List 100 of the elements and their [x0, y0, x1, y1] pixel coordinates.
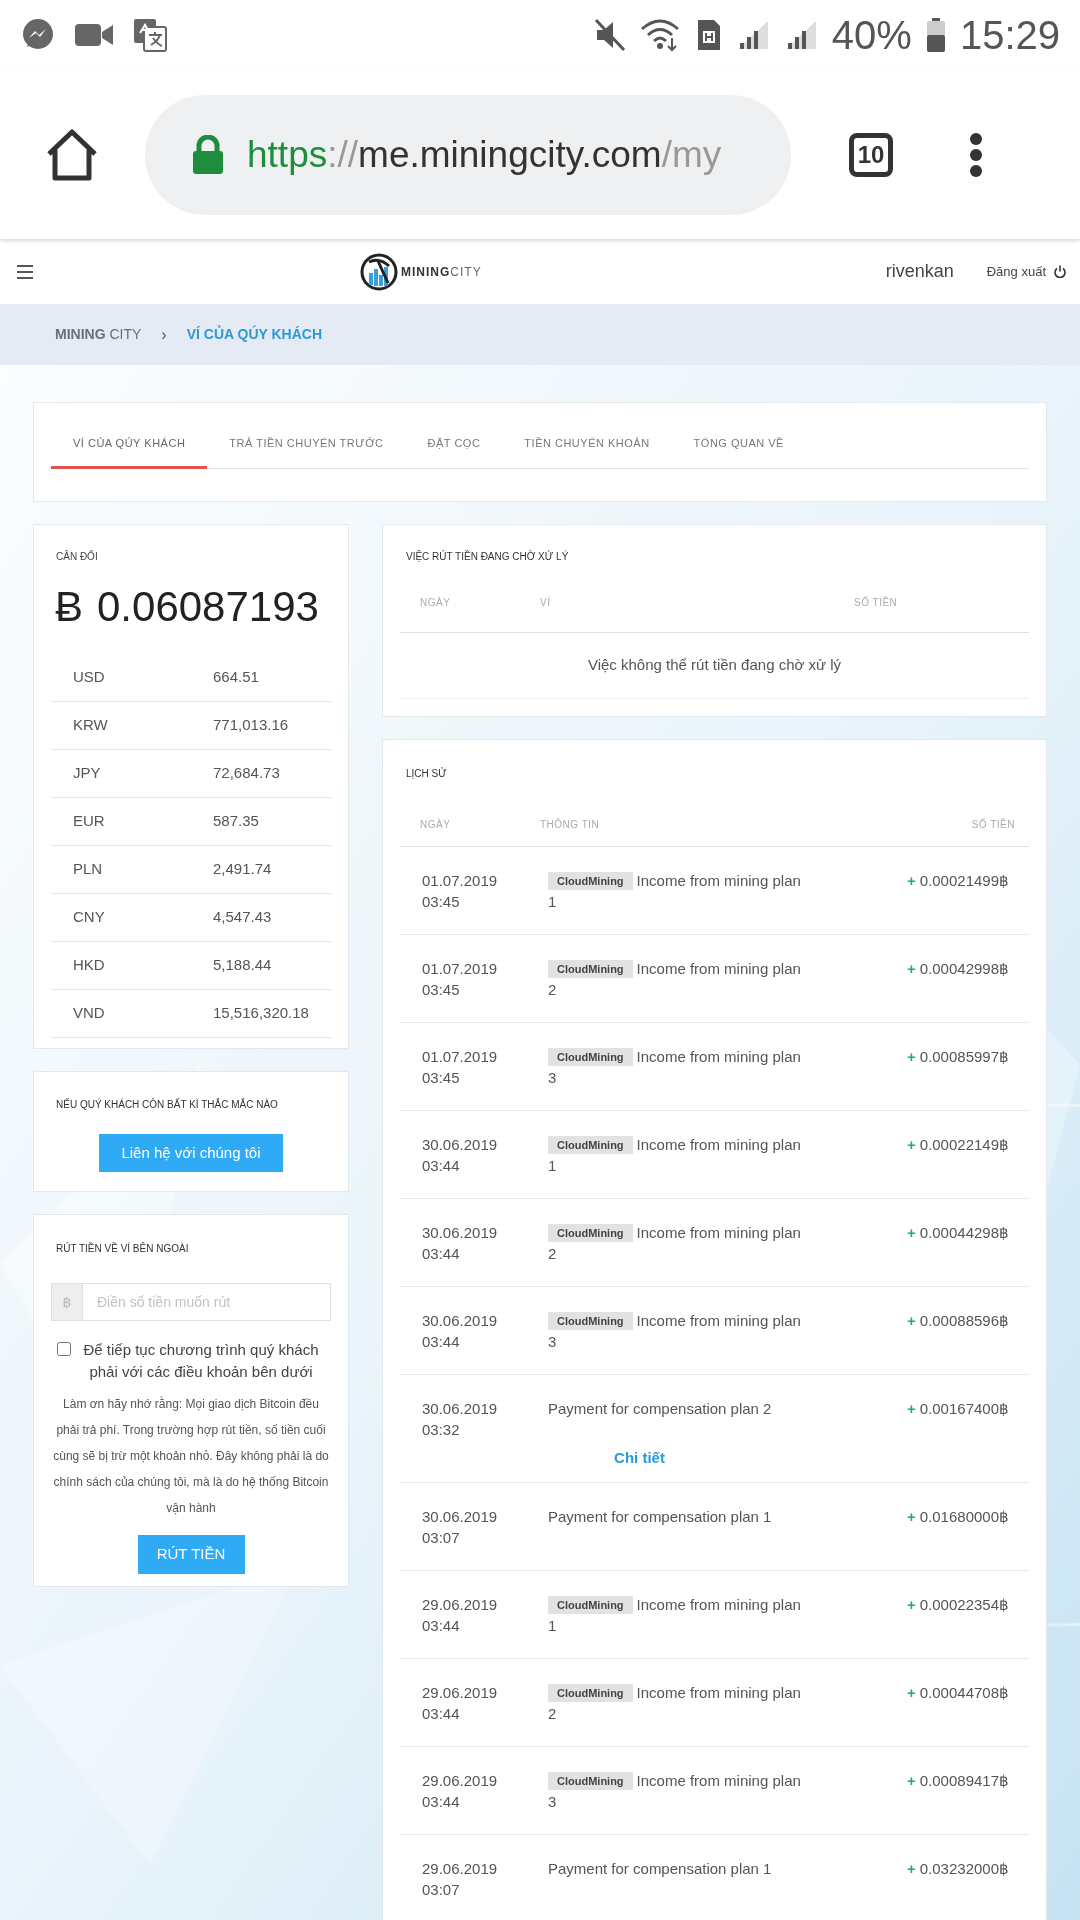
column-header: NGÀY: [419, 817, 452, 832]
details-link[interactable]: Chi tiết: [614, 1449, 665, 1466]
transaction-info: Payment for compensation plan 2: [548, 1399, 773, 1419]
menu-icon[interactable]: [17, 264, 33, 279]
tab[interactable]: TIỀN CHUYỂN KHOẢN: [502, 421, 672, 469]
date-text: 30.06.2019: [422, 1223, 499, 1243]
time-text: 03:45: [422, 892, 461, 912]
amount-field[interactable]: Điền số tiền muốn rút: [83, 1283, 331, 1321]
logo-text[interactable]: MININGCITY: [401, 262, 482, 281]
time-text: 03:44: [422, 1244, 461, 1264]
category-tag: CloudMining: [548, 1772, 633, 1790]
card-title: LỊCH SỬ: [405, 766, 448, 781]
plus-sign: +: [907, 1596, 916, 1613]
currency-code: USD: [72, 667, 106, 688]
transaction-info: CloudMining Income from mining plan 2: [548, 1223, 802, 1264]
time-text: 03:44: [422, 1332, 461, 1352]
date-text: 29.06.2019: [422, 1771, 499, 1791]
bitcoin-symbol: Ƀ: [55, 586, 83, 628]
currency-value: 771,013.16: [213, 715, 289, 736]
amount-text: 0.00044298฿: [919, 1224, 1009, 1241]
currency-prefix: ฿: [51, 1283, 83, 1321]
category-tag: CloudMining: [548, 1312, 633, 1330]
card-title: VIỆC RÚT TIỀN ĐANG CHỜ XỬ LÝ: [405, 549, 570, 564]
plus-sign: +: [907, 1400, 916, 1417]
amount-text: 0.00022354฿: [919, 1596, 1009, 1613]
category-tag: CloudMining: [548, 960, 633, 978]
plus-sign: +: [907, 872, 916, 889]
currency-code: HKD: [72, 955, 106, 976]
currency-value: 587.35: [213, 811, 259, 832]
time-text: 03:45: [422, 1068, 461, 1088]
agree-checkbox[interactable]: [57, 1342, 71, 1356]
amount-text: 0.00042998฿: [919, 960, 1009, 977]
logout-link[interactable]: Đăng xuất: [986, 261, 1066, 282]
date-text: 30.06.2019: [422, 1135, 499, 1155]
date-text: 29.06.2019: [422, 1859, 499, 1879]
plus-sign: +: [907, 1136, 916, 1153]
translate-icon: [132, 17, 168, 53]
amount-text: 0.00022149฿: [919, 1136, 1009, 1153]
currency-value: 4,547.43: [213, 907, 272, 928]
column-header: THÔNG TIN: [540, 817, 601, 832]
balance-amount: 0.06087193: [97, 586, 319, 628]
clock-time: 15:29: [959, 15, 1060, 55]
category-tag: CloudMining: [548, 1224, 633, 1242]
transaction-info: CloudMining Income from mining plan 2: [548, 1683, 802, 1724]
card-title: RÚT TIỀN VỀ VÍ BÊN NGOÀI: [55, 1241, 189, 1256]
date-text: 01.07.2019: [422, 959, 499, 979]
date-text: 29.06.2019: [422, 1595, 499, 1615]
transaction-info: Payment for compensation plan 1: [548, 1859, 773, 1879]
breadcrumb-separator: ›: [161, 324, 167, 345]
lock-icon: [191, 134, 225, 175]
plus-sign: +: [907, 1860, 916, 1877]
currency-code: EUR: [72, 811, 106, 832]
contact-button[interactable]: Liên hệ với chúng tôi: [99, 1134, 283, 1172]
currency-code: CNY: [72, 907, 106, 928]
date-text: 30.06.2019: [422, 1399, 499, 1419]
withdraw-button[interactable]: RÚT TIỀN: [137, 1535, 245, 1574]
time-text: 03:32: [422, 1420, 461, 1440]
date-text: 30.06.2019: [422, 1507, 499, 1527]
time-text: 03:45: [422, 980, 461, 1000]
tab[interactable]: TỔNG QUAN VỀ: [671, 421, 806, 469]
breadcrumb-link[interactable]: MINING CITY: [55, 324, 142, 345]
battery-percent: 40%: [831, 15, 912, 55]
breadcrumb-link[interactable]: VÍ CỦA QÚY KHÁCH: [186, 324, 323, 345]
power-icon: [1054, 265, 1066, 278]
tab[interactable]: VÍ CỦA QÚY KHÁCH: [51, 421, 208, 469]
time-text: 03:44: [422, 1792, 461, 1812]
currency-value: 72,684.73: [213, 763, 280, 784]
currency-code: VND: [72, 1003, 106, 1024]
amount-text: 0.00089417฿: [919, 1772, 1009, 1789]
category-tag: CloudMining: [548, 1136, 633, 1154]
card-title: NẾU QUÝ KHÁCH CÒN BẤT KÌ THẮC MẮC NÀO: [56, 1097, 278, 1112]
plus-sign: +: [907, 1772, 916, 1789]
column-header: SỐ TIỀN: [854, 595, 899, 610]
currency-code: KRW: [72, 715, 109, 736]
column-header: SỐ TIỀN: [970, 817, 1016, 832]
tab-count-button[interactable]: 10: [849, 132, 893, 177]
tab[interactable]: TRẢ TIỀN CHUYỂN TRƯỚC: [207, 421, 406, 469]
time-text: 03:07: [422, 1528, 461, 1548]
date-text: 30.06.2019: [422, 1311, 499, 1331]
plus-sign: +: [907, 1312, 916, 1329]
transaction-info: CloudMining Income from mining plan 1: [548, 1135, 802, 1176]
category-tag: CloudMining: [548, 1596, 633, 1614]
sim-card-icon: [695, 18, 722, 52]
url-field[interactable]: https://me.miningcity.com/my: [145, 94, 791, 215]
agree-label: Để tiếp tục chương trình quý khách phải với các điều khoản bên dưới: [82, 1340, 320, 1382]
more-menu-icon[interactable]: [969, 131, 983, 178]
amount-text: 0.00021499฿: [919, 872, 1009, 889]
battery-icon: [925, 17, 946, 53]
date-text: 01.07.2019: [422, 871, 499, 891]
currency-value: 664.51: [213, 667, 259, 688]
date-text: 29.06.2019: [422, 1683, 499, 1703]
video-camera-icon: [74, 21, 114, 49]
transaction-info: CloudMining Income from mining plan 1: [548, 1595, 802, 1636]
currency-value: 15,516,320.18: [213, 1003, 309, 1024]
plus-sign: +: [907, 1684, 916, 1701]
url-text: https://me.miningcity.com/my: [247, 132, 722, 177]
logo-icon[interactable]: [360, 252, 398, 291]
currency-code: JPY: [72, 763, 102, 784]
tab[interactable]: ĐẶT CỌC: [405, 421, 503, 469]
time-text: 03:44: [422, 1156, 461, 1176]
